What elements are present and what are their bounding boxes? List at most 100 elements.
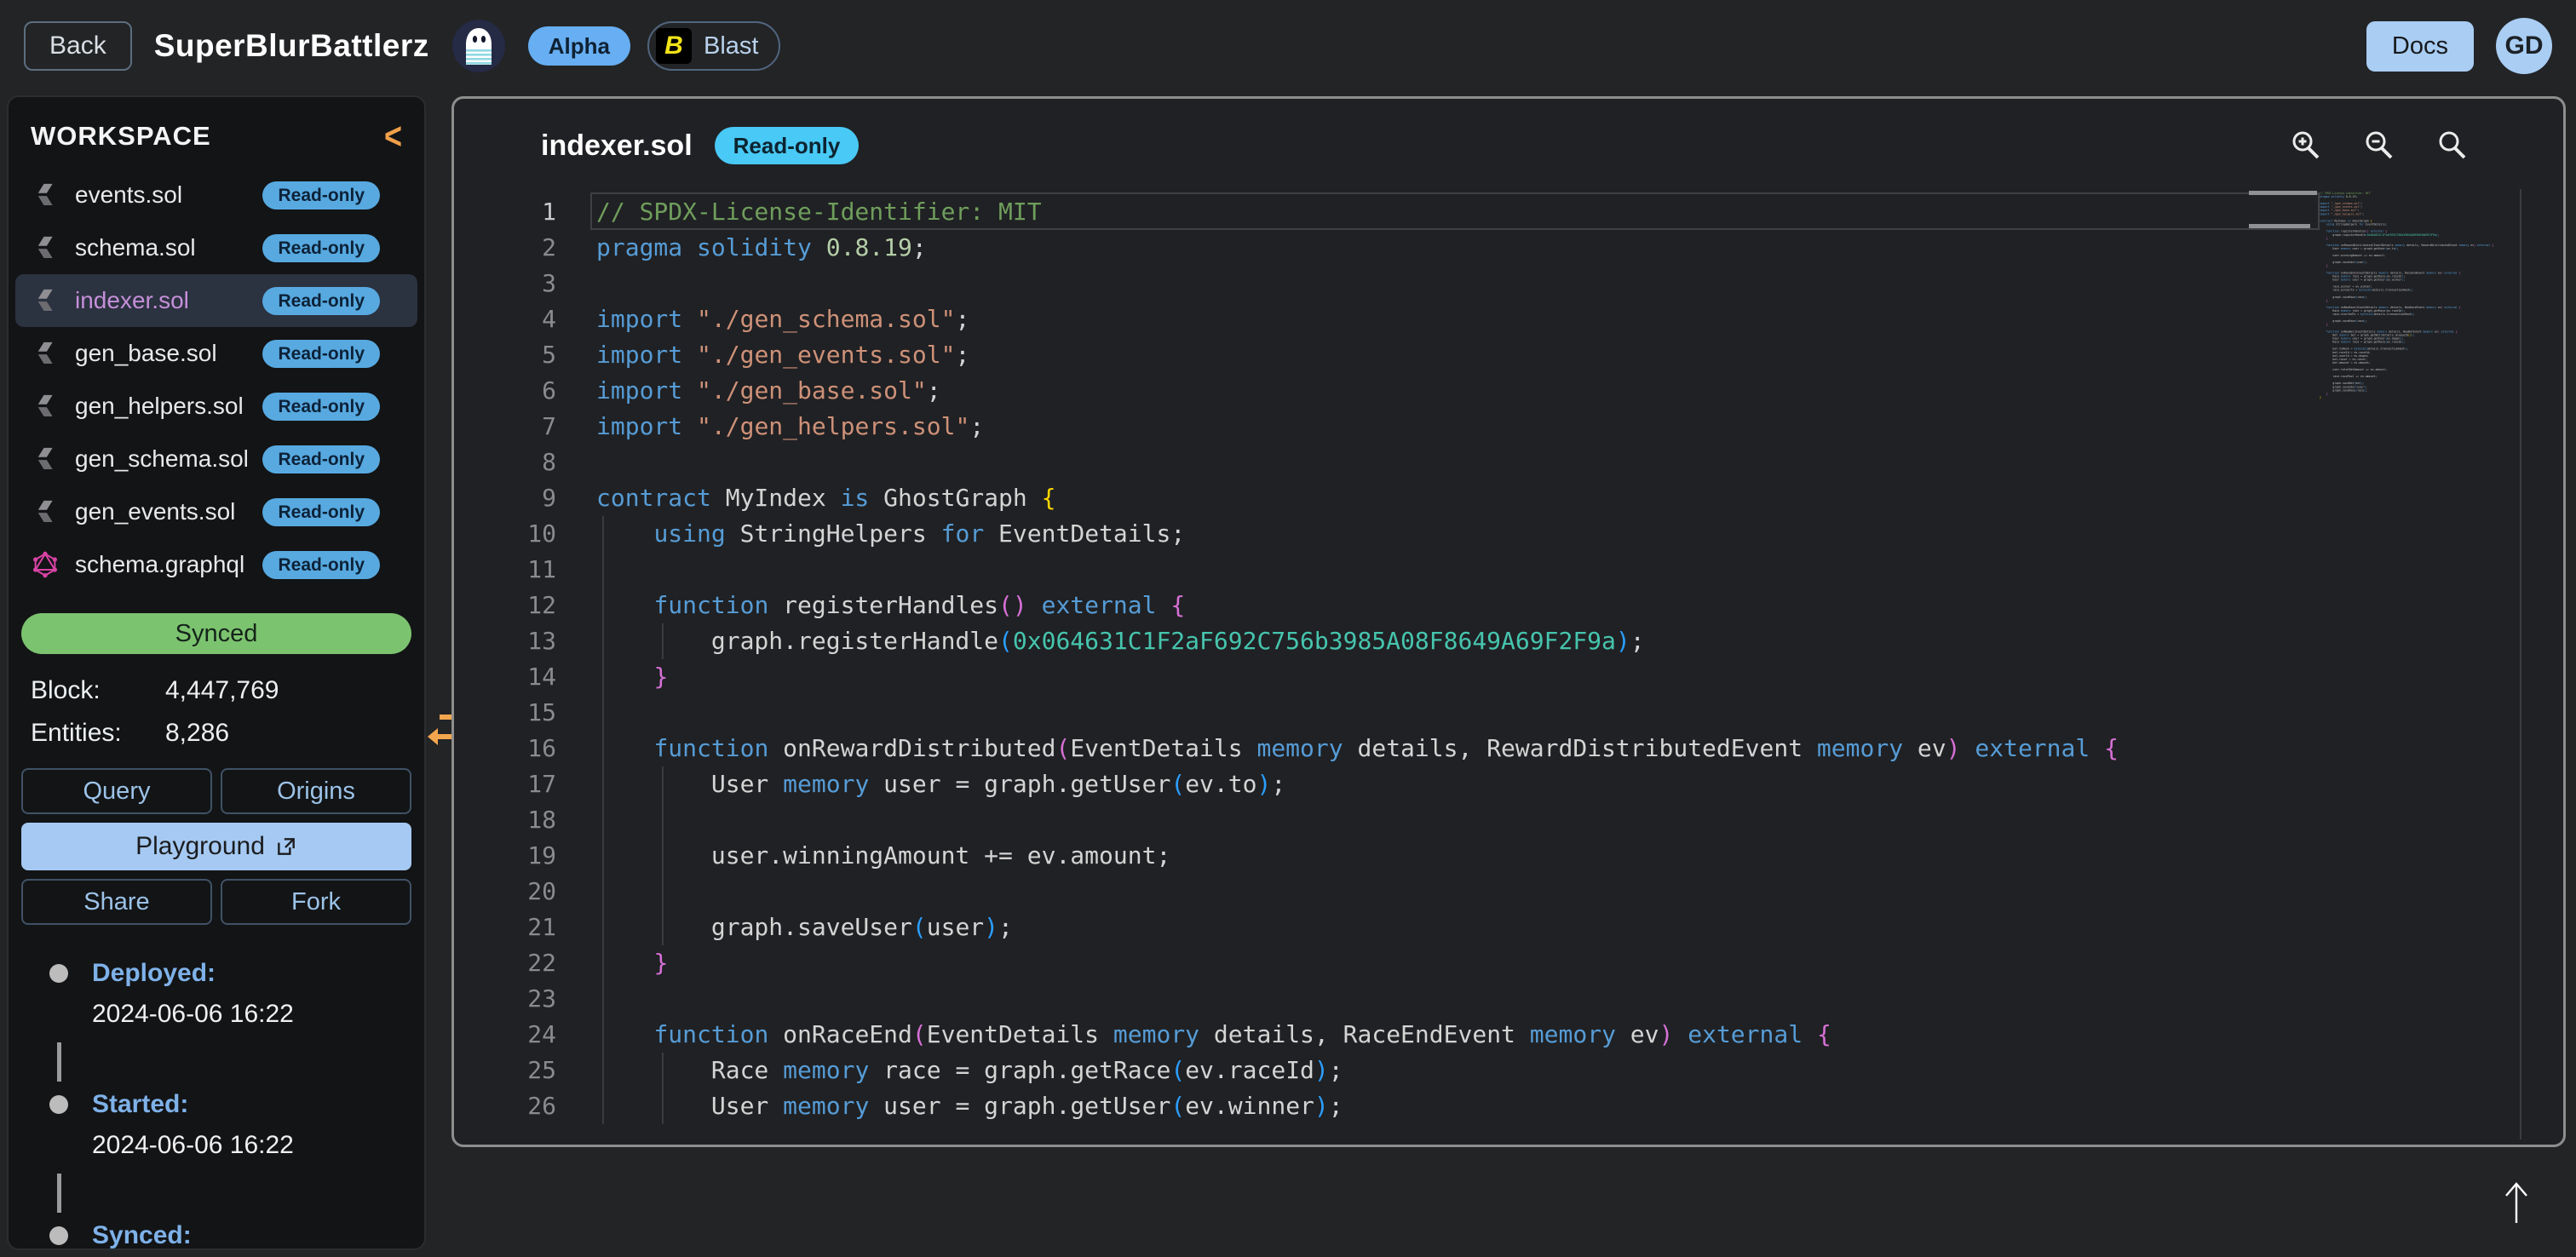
code-line: import "./gen_base.sol"; — [596, 373, 2308, 409]
file-list-item[interactable]: events.sol Read-only — [15, 169, 417, 221]
code-line — [596, 981, 2308, 1017]
timeline-label: Synced: — [92, 1221, 192, 1250]
search-icon[interactable] — [2435, 129, 2470, 163]
file-list: events.sol Read-only schema.sol Read-onl… — [9, 169, 424, 591]
blast-badge[interactable]: B Blast — [647, 21, 780, 71]
timeline-dot-icon — [49, 964, 68, 983]
back-button[interactable]: Back — [24, 21, 132, 71]
sync-status-button[interactable]: Synced — [21, 613, 411, 654]
line-number: 8 — [454, 445, 556, 480]
origins-button[interactable]: Origins — [221, 768, 411, 814]
blast-badge-label: Blast — [704, 32, 758, 60]
zoom-in-icon[interactable] — [2289, 129, 2323, 163]
line-number: 11 — [454, 552, 556, 588]
line-number: 4 — [454, 301, 556, 337]
deployment-timeline: Deployed: 2024-06-06 16:22 Started: 2024… — [9, 925, 424, 1250]
line-number: 26 — [454, 1088, 556, 1124]
timeline-item: Deployed: 2024-06-06 16:22 — [49, 959, 424, 1082]
file-list-item[interactable]: schema.sol Read-only — [15, 221, 417, 274]
graphql-icon — [31, 550, 60, 579]
file-name: gen_events.sol — [75, 498, 262, 525]
code-line: Race memory race = graph.getRace(ev.race… — [596, 1053, 2308, 1088]
minimap-code: // SPDX-License-Identifier: MIT pragma s… — [2320, 192, 2517, 399]
solidity-icon — [31, 497, 60, 526]
code-line: } — [596, 945, 2308, 981]
workspace-title: WORKSPACE — [31, 121, 211, 152]
ghost-logo-icon — [451, 19, 506, 73]
file-list-item[interactable]: gen_base.sol Read-only — [15, 327, 417, 380]
line-number: 13 — [454, 623, 556, 659]
code-line: function registerHandles() external { — [596, 588, 2308, 623]
timeline-connector — [57, 1042, 61, 1082]
code-line: import "./gen_events.sol"; — [596, 337, 2308, 373]
line-number: 24 — [454, 1017, 556, 1053]
code-line — [596, 445, 2308, 480]
file-name: schema.sol — [75, 234, 262, 261]
line-number: 20 — [454, 874, 556, 910]
stat-row: Entities: 8,286 — [31, 719, 402, 748]
code-line: User memory user = graph.getUser(ev.winn… — [596, 1088, 2308, 1124]
code-line — [596, 552, 2308, 588]
code-line: function onRewardDistributed(EventDetail… — [596, 731, 2308, 766]
line-number: 12 — [454, 588, 556, 623]
readonly-badge: Read-only — [262, 234, 380, 262]
playground-button[interactable]: Playground — [21, 823, 411, 870]
avatar[interactable]: GD — [2496, 18, 2552, 74]
file-list-item[interactable]: gen_events.sol Read-only — [15, 485, 417, 538]
timeline-label: Deployed: — [92, 959, 216, 988]
code-line — [596, 802, 2308, 838]
file-list-item[interactable]: schema.graphql Read-only — [15, 538, 417, 591]
line-number: 21 — [454, 910, 556, 945]
timeline-item: Synced: — [49, 1221, 424, 1250]
readonly-badge: Read-only — [262, 445, 380, 474]
line-number: 22 — [454, 945, 556, 981]
docs-button[interactable]: Docs — [2366, 21, 2474, 72]
fork-button[interactable]: Fork — [221, 879, 411, 925]
editor-filename: indexer.sol — [541, 129, 693, 163]
file-list-item[interactable]: indexer.sol Read-only — [15, 274, 417, 327]
code-line: } — [596, 659, 2308, 695]
solidity-icon — [31, 392, 60, 421]
sidebar-collapse-chevron-icon[interactable]: < — [384, 118, 402, 154]
readonly-badge: Read-only — [262, 393, 380, 421]
editor-panel: indexer.sol Read-only 123456789101112131… — [451, 96, 2566, 1147]
sidebar-actions: Query Origins Playground Share Fork — [9, 748, 424, 925]
line-number: 17 — [454, 766, 556, 802]
stats-block: Block: 4,447,769 Entities: 8,286 — [9, 654, 424, 748]
file-name: gen_helpers.sol — [75, 393, 262, 420]
line-number: 9 — [454, 480, 556, 516]
line-number-gutter: 1234567891011121314151617181920212223242… — [454, 194, 556, 1124]
external-link-icon — [275, 835, 297, 858]
line-number: 25 — [454, 1053, 556, 1088]
minimap[interactable]: // SPDX-License-Identifier: MIT pragma s… — [2320, 192, 2517, 1128]
app-root: { "header": { "back": "Back", "title": "… — [0, 0, 2576, 1257]
stat-value: 4,447,769 — [165, 676, 279, 705]
code-line: using StringHelpers for EventDetails; — [596, 516, 2308, 552]
line-number: 2 — [454, 230, 556, 266]
top-header: Back SuperBlurBattlerz Alpha B Blast Doc… — [0, 0, 2576, 92]
line-number: 19 — [454, 838, 556, 874]
line-number: 14 — [454, 659, 556, 695]
timeline-value: 2024-06-06 16:22 — [92, 988, 424, 1034]
query-button[interactable]: Query — [21, 768, 212, 814]
page-title: SuperBlurBattlerz — [154, 28, 429, 64]
file-list-item[interactable]: gen_schema.sol Read-only — [15, 433, 417, 485]
zoom-out-icon[interactable] — [2362, 129, 2396, 163]
line-number: 18 — [454, 802, 556, 838]
solidity-icon — [31, 445, 60, 474]
stat-value: 8,286 — [165, 719, 229, 748]
readonly-badge: Read-only — [262, 340, 380, 368]
line-number: 10 — [454, 516, 556, 552]
blast-logo-icon: B — [656, 28, 692, 64]
file-list-item[interactable]: gen_helpers.sol Read-only — [15, 380, 417, 433]
file-name: gen_schema.sol — [75, 445, 262, 473]
line-number: 6 — [454, 373, 556, 409]
code-line — [596, 874, 2308, 910]
file-name: events.sol — [75, 181, 262, 209]
solidity-icon — [31, 181, 60, 210]
scroll-to-top-icon[interactable] — [2494, 1177, 2539, 1228]
playground-button-label: Playground — [135, 832, 265, 861]
code-editor[interactable]: // SPDX-License-Identifier: MITpragma so… — [596, 194, 2308, 1124]
share-button[interactable]: Share — [21, 879, 212, 925]
header-actions: Docs GD — [2366, 18, 2552, 74]
